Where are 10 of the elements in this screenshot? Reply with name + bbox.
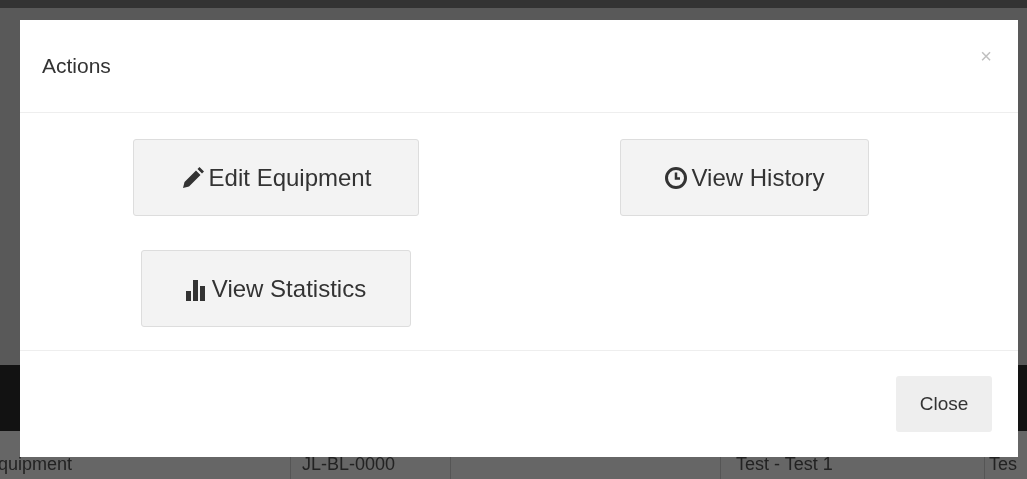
table-cell: Test - Test 1 xyxy=(736,455,833,473)
action-button[interactable]: View History xyxy=(619,139,869,216)
pencil-icon xyxy=(180,165,205,190)
action-button[interactable]: Edit Equipment xyxy=(133,139,419,216)
clock-icon xyxy=(663,165,688,190)
modal-title: Actions xyxy=(42,53,111,80)
close-button[interactable]: Close xyxy=(896,376,992,432)
table-cell: JL-BL-0000 xyxy=(302,455,396,473)
table-cell: Tes xyxy=(989,455,1017,473)
action-button[interactable]: View Statistics xyxy=(141,250,411,327)
